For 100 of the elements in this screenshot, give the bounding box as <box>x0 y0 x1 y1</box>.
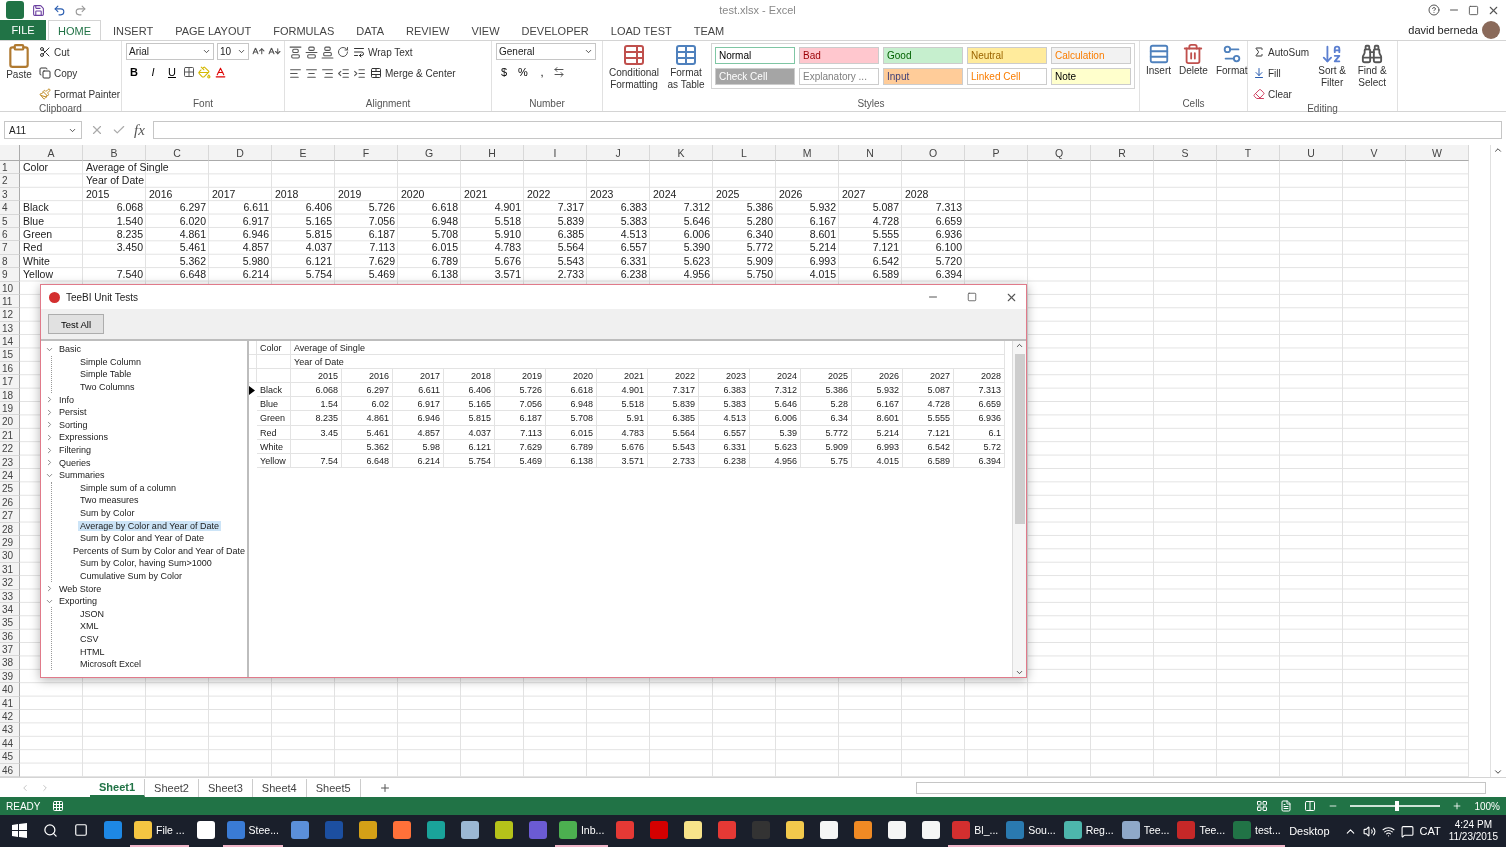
orientation-button[interactable] <box>337 46 349 58</box>
tree-item[interactable]: Persist <box>57 407 89 418</box>
tree-item[interactable]: Sum by Color <box>78 508 137 518</box>
cell-style[interactable]: Bad <box>799 47 879 64</box>
add-sheet-button[interactable] <box>378 781 391 794</box>
tree-item[interactable]: Microsoft Excel <box>78 659 143 670</box>
format-painter-button[interactable]: Format Painter <box>38 85 122 103</box>
tree-item[interactable]: Web Store <box>57 583 104 594</box>
tree-item[interactable]: HTML <box>78 646 107 657</box>
notification-icon[interactable] <box>1400 824 1414 838</box>
decimal-places-button[interactable] <box>553 66 565 78</box>
copy-button[interactable]: Copy <box>38 64 122 82</box>
wrap-text-button[interactable]: Wrap Text <box>352 43 414 61</box>
redo-icon[interactable] <box>74 3 87 17</box>
number-format-dropdown[interactable]: General <box>496 43 596 60</box>
autosum-button[interactable]: AutoSum <box>1252 43 1311 61</box>
cells-button[interactable]: Delete <box>1177 43 1210 98</box>
taskbar-app[interactable]: Bl_... <box>948 815 1003 847</box>
cells-button[interactable]: Insert <box>1144 43 1173 98</box>
conditional-formatting-button[interactable]: Conditional Formatting <box>607 43 662 98</box>
tree-item[interactable]: Sorting <box>57 419 90 430</box>
increase-indent-button[interactable] <box>353 66 366 80</box>
align-bottom-button[interactable] <box>321 45 334 59</box>
tree-item[interactable]: Percents of Sum by Color and Year of Date <box>70 545 247 556</box>
taskbar-app[interactable]: Sou... <box>1002 815 1060 847</box>
test-all-button[interactable]: Test All <box>48 314 104 334</box>
taskbar-app[interactable]: File ... <box>130 815 189 847</box>
taskbar-app[interactable]: Tee... <box>1173 815 1230 847</box>
taskbar-app[interactable]: test... <box>1229 815 1285 847</box>
decrease-indent-button[interactable] <box>337 66 350 80</box>
cell-style[interactable]: Input <box>883 68 963 85</box>
tree-item[interactable]: Simple sum of a column <box>78 482 179 493</box>
tree-item[interactable]: Info <box>57 394 76 405</box>
taskbar-app[interactable]: Inb... <box>554 815 609 847</box>
tree-item[interactable]: Average by Color and Year of Date <box>78 520 221 531</box>
format-as-table-button[interactable]: Format as Table <box>665 43 707 98</box>
cells-button[interactable]: Format <box>1213 43 1250 98</box>
italic-button[interactable]: I <box>145 63 161 81</box>
align-top-button[interactable] <box>289 45 302 59</box>
normal-view-button[interactable] <box>1256 800 1269 812</box>
tree-item[interactable]: CSV <box>78 633 101 644</box>
font-name-dropdown[interactable]: Arial <box>126 43 214 60</box>
tree-item[interactable]: Queries <box>57 457 93 468</box>
tree-item[interactable]: Expressions <box>57 432 111 443</box>
currency-button[interactable]: $ <box>496 63 512 81</box>
tree-item[interactable]: Basic <box>57 344 83 355</box>
cell-style[interactable]: Note <box>1051 68 1131 85</box>
desktop-toolbar[interactable]: Desktop <box>1289 825 1330 837</box>
help-button[interactable] <box>1428 4 1440 16</box>
tree-item[interactable]: JSON <box>78 608 106 619</box>
page-layout-button[interactable] <box>1280 800 1293 812</box>
undo-icon[interactable] <box>53 3 66 17</box>
volume-icon[interactable] <box>1362 824 1376 838</box>
cut-button[interactable]: Cut <box>38 43 122 61</box>
scroll-thumb[interactable] <box>1014 354 1025 524</box>
language-indicator[interactable]: CAT <box>1419 825 1441 837</box>
tree-item[interactable]: Two measures <box>78 495 141 506</box>
tree-item[interactable]: Simple Column <box>78 356 144 367</box>
tree-item[interactable]: Filtering <box>57 445 93 456</box>
insert-function-button[interactable]: fx <box>134 121 145 139</box>
tree-item[interactable]: Simple Table <box>78 369 134 380</box>
bold-button[interactable]: B <box>126 63 142 81</box>
font-size-dropdown[interactable]: 10 <box>217 43 249 60</box>
taskbar-app[interactable]: Stee... <box>222 815 283 847</box>
sort-filter-button[interactable]: Sort & Filter <box>1314 43 1351 103</box>
cell-style[interactable]: Neutral <box>967 47 1047 64</box>
align-right-button[interactable] <box>321 66 334 80</box>
taskbar-app[interactable]: Tee... <box>1117 815 1174 847</box>
paste-button[interactable]: Paste <box>4 43 34 103</box>
tree-item[interactable]: XML <box>78 621 101 632</box>
tree-item[interactable]: Cumulative Sum by Color <box>78 571 185 581</box>
font-color-button[interactable] <box>214 65 227 79</box>
align-left-button[interactable] <box>289 66 302 80</box>
tree-item[interactable]: Sum by Color, having Sum>1000 <box>78 558 214 569</box>
borders-button[interactable] <box>183 66 195 78</box>
cell-style[interactable]: Good <box>883 47 963 64</box>
formula-input[interactable] <box>152 121 1502 139</box>
name-box[interactable]: A11 <box>4 121 82 139</box>
save-icon[interactable] <box>32 3 45 17</box>
fill-button[interactable]: Fill <box>1252 64 1311 82</box>
zoom-in-icon[interactable] <box>1452 801 1463 811</box>
tree-item[interactable]: Summaries <box>57 470 107 481</box>
cell-style[interactable]: Normal <box>715 47 795 64</box>
ribbon-tab[interactable]: HOME <box>48 20 101 40</box>
find-select-button[interactable]: Find & Select <box>1354 43 1391 103</box>
fill-color-button[interactable] <box>198 65 211 79</box>
maximize-button[interactable] <box>967 292 977 302</box>
comma-style-button[interactable]: , <box>534 63 550 81</box>
align-middle-button[interactable] <box>305 45 318 59</box>
underline-button[interactable]: U <box>164 63 180 81</box>
restore-button[interactable] <box>1468 4 1479 16</box>
taskbar-app[interactable]: Reg... <box>1059 815 1118 847</box>
file-tab[interactable]: FILE <box>0 20 46 40</box>
wifi-icon[interactable] <box>1381 824 1395 838</box>
tree-item[interactable]: Exporting <box>57 596 100 607</box>
sheet-tab[interactable]: Sheet1 <box>90 778 146 797</box>
page-break-button[interactable] <box>1304 800 1317 812</box>
clear-button[interactable]: Clear <box>1252 85 1311 103</box>
tree-item[interactable]: Sum by Color and Year of Date <box>78 533 207 544</box>
merge-center-button[interactable]: Merge & Center <box>369 64 457 82</box>
